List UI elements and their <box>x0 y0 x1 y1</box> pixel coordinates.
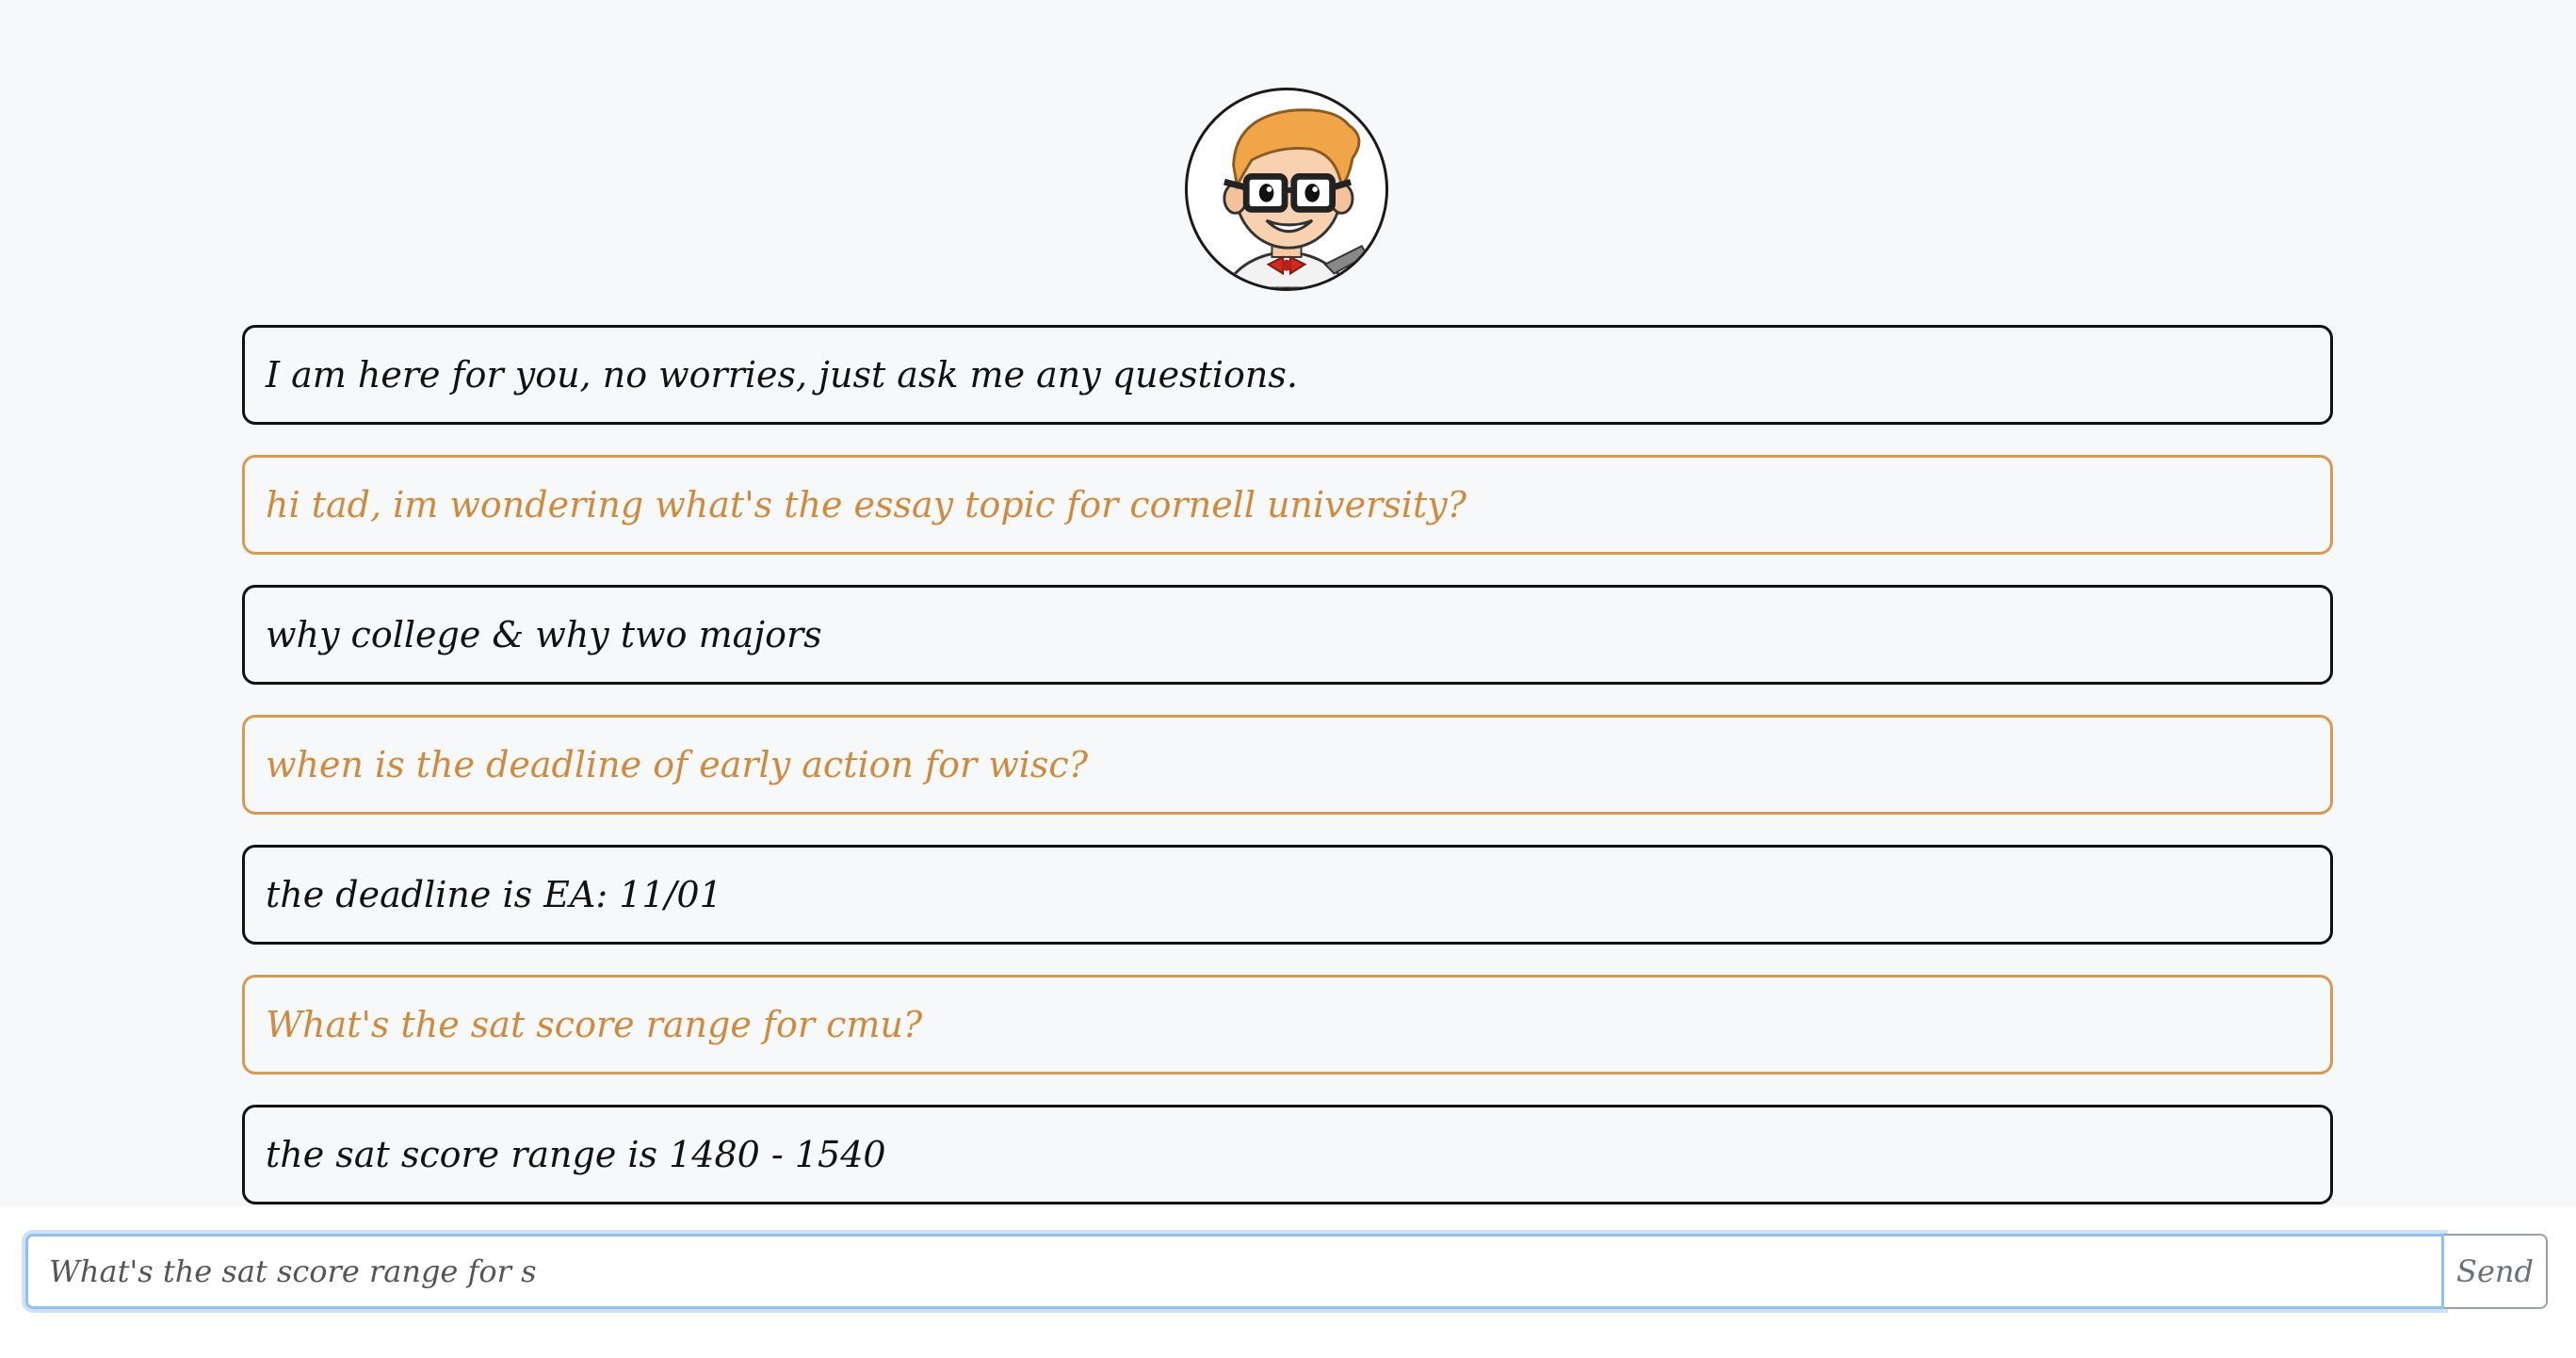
user-message: What's the sat score range for cmu? <box>242 975 2333 1075</box>
bot-message: the sat score range is 1480 - 1540 <box>242 1105 2333 1204</box>
cartoon-nerd-avatar-icon <box>1223 108 1369 288</box>
user-message: hi tad, im wondering what's the essay to… <box>242 455 2333 555</box>
bot-message: I am here for you, no worries, just ask … <box>242 325 2333 425</box>
chat-page: I am here for you, no worries, just ask … <box>0 0 2576 1358</box>
chat-input[interactable] <box>25 1234 2444 1309</box>
message-list: I am here for you, no worries, just ask … <box>242 325 2333 1235</box>
user-message: when is the deadline of early action for… <box>242 715 2333 815</box>
composer-bar: Send <box>0 1207 2576 1358</box>
bot-message: the deadline is EA: 11/01 <box>242 845 2333 945</box>
assistant-avatar <box>1185 88 1388 291</box>
send-button[interactable]: Send <box>2444 1234 2548 1309</box>
bot-message: why college & why two majors <box>242 585 2333 685</box>
